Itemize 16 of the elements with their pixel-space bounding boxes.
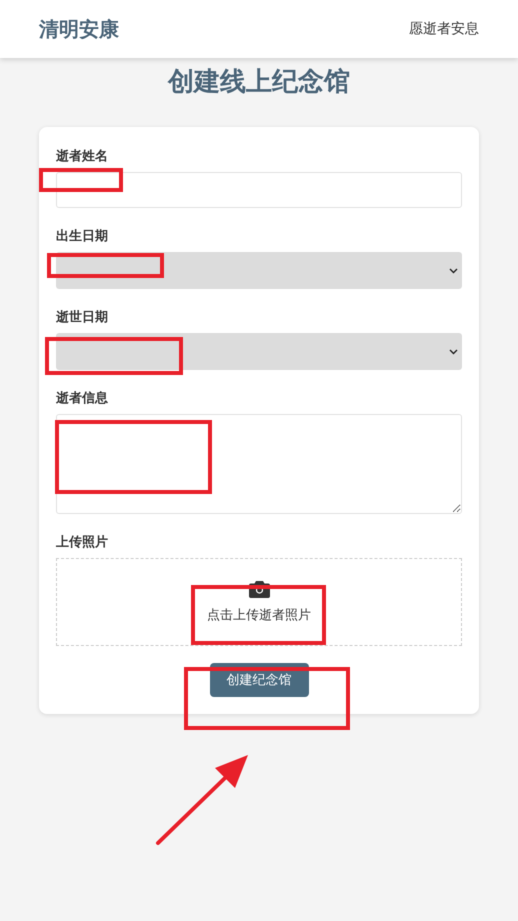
upload-hint: 点击上传逝者照片 bbox=[207, 607, 311, 624]
date-select[interactable] bbox=[56, 333, 462, 370]
date-select[interactable] bbox=[56, 252, 462, 289]
field-label: 上传照片 bbox=[56, 534, 109, 551]
field-label: 逝世日期 bbox=[56, 309, 109, 326]
header-tagline: 愿逝者安息 bbox=[409, 20, 479, 38]
chevron-down-icon bbox=[449, 268, 458, 274]
photo-upload-area[interactable]: 点击上传逝者照片 bbox=[56, 558, 462, 646]
field-label: 出生日期 bbox=[56, 228, 109, 245]
name-field[interactable] bbox=[56, 172, 462, 208]
field-label: 逝者姓名 bbox=[56, 148, 109, 165]
field-label: 逝者信息 bbox=[56, 390, 109, 407]
page-title: 创建线上纪念馆 bbox=[166, 66, 351, 99]
brand-logo[interactable]: 清明安康 bbox=[39, 16, 119, 42]
info-field[interactable] bbox=[56, 414, 462, 514]
chevron-down-icon bbox=[449, 348, 458, 354]
